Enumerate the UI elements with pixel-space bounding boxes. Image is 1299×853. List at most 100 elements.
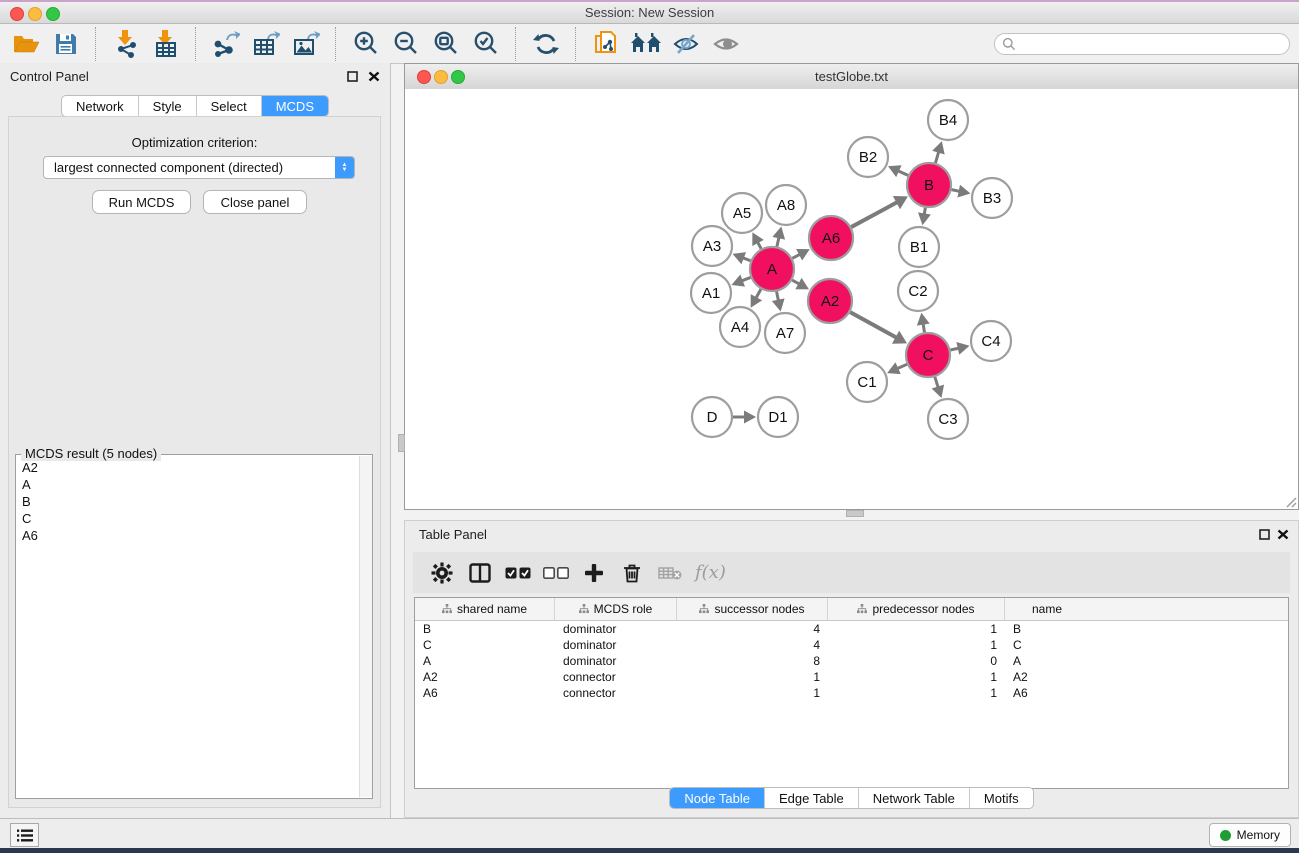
show-details-icon[interactable] <box>706 27 746 61</box>
hide-details-icon[interactable] <box>666 27 706 61</box>
mcds-result-item[interactable]: A2 <box>16 459 359 476</box>
network-window-titlebar[interactable]: testGlobe.txt <box>405 64 1298 90</box>
table-close-panel-icon[interactable] <box>1277 527 1289 545</box>
open-session-icon[interactable] <box>6 27 46 61</box>
tab-node-table[interactable]: Node Table <box>670 788 764 808</box>
node-C3[interactable]: C3 <box>928 399 968 439</box>
import-network-icon[interactable] <box>106 27 146 61</box>
node-A7[interactable]: A7 <box>765 313 805 353</box>
add-column-icon[interactable] <box>575 556 613 590</box>
network-horizontal-scrollbar[interactable] <box>846 510 864 517</box>
table-float-panel-icon[interactable] <box>1259 527 1270 545</box>
mcds-result-item[interactable]: B <box>16 493 359 510</box>
node-A1[interactable]: A1 <box>691 273 731 313</box>
node-C1[interactable]: C1 <box>847 362 887 402</box>
node-A[interactable]: A <box>750 247 794 291</box>
import-table-icon[interactable] <box>146 27 186 61</box>
table-cell: A <box>1005 654 1089 668</box>
node-A8[interactable]: A8 <box>766 185 806 225</box>
function-builder-icon[interactable]: f(x) <box>695 562 726 583</box>
close-panel-icon[interactable] <box>368 69 380 87</box>
zoom-in-icon[interactable] <box>346 27 386 61</box>
tab-network-table[interactable]: Network Table <box>858 788 969 808</box>
tab-network[interactable]: Network <box>62 96 138 116</box>
optimization-criterion-label: Optimization criterion: <box>9 135 380 150</box>
tab-style[interactable]: Style <box>138 96 196 116</box>
zoom-fit-icon[interactable] <box>426 27 466 61</box>
zoom-selected-icon[interactable] <box>466 27 506 61</box>
show-columns-icon[interactable] <box>461 556 499 590</box>
table-cell: connector <box>555 686 677 700</box>
node-B2[interactable]: B2 <box>848 137 888 177</box>
graph-edge-A2-C[interactable] <box>850 312 897 338</box>
column-header-predecessor-nodes[interactable]: predecessor nodes <box>828 598 1005 620</box>
export-table-icon[interactable] <box>246 27 286 61</box>
control-panel-tabs: NetworkStyleSelectMCDS <box>61 95 329 117</box>
deselect-all-icon[interactable] <box>537 556 575 590</box>
mcds-result-item[interactable]: A <box>16 476 359 493</box>
resize-grip-icon[interactable] <box>1285 496 1297 508</box>
task-history-button[interactable] <box>10 823 39 847</box>
node-A5[interactable]: A5 <box>722 193 762 233</box>
criterion-dropdown[interactable]: largest connected component (directed) ▲… <box>43 156 355 179</box>
attribute-icon <box>699 604 709 614</box>
table-row[interactable]: Bdominator41B <box>415 621 1288 637</box>
graph-edge-A6-B[interactable] <box>851 202 898 227</box>
node-C4[interactable]: C4 <box>971 321 1011 361</box>
svg-text:A1: A1 <box>702 285 720 302</box>
node-A6[interactable]: A6 <box>809 216 853 260</box>
table-cell: 1 <box>828 622 1005 636</box>
node-B3[interactable]: B3 <box>972 178 1012 218</box>
new-network-from-selection-icon[interactable] <box>586 27 626 61</box>
svg-text:B3: B3 <box>983 190 1001 207</box>
column-header-shared-name[interactable]: shared name <box>415 598 555 620</box>
network-canvas[interactable]: B4 B2 B B3 A5 A8A6 B1 A3 A C2 A1 A2 A4A7 C4 C C1 D D1 C3 <box>405 89 1298 509</box>
zoom-out-icon[interactable] <box>386 27 426 61</box>
node-A4[interactable]: A4 <box>720 307 760 347</box>
gear-icon[interactable] <box>423 556 461 590</box>
node-B1[interactable]: B1 <box>899 227 939 267</box>
column-header-name[interactable]: name <box>1005 598 1089 620</box>
select-all-icon[interactable] <box>499 556 537 590</box>
svg-text:C1: C1 <box>857 374 876 391</box>
table-row[interactable]: A2connector11A2 <box>415 669 1288 685</box>
node-B[interactable]: B <box>907 163 951 207</box>
mcds-list-scrollbar[interactable] <box>359 456 372 797</box>
network-view-window: testGlobe.txt B4 B2 B B3 A5 A8A6 B1 A3 A C2 A1 A2 A4… <box>404 63 1299 510</box>
tab-edge-table[interactable]: Edge Table <box>764 788 858 808</box>
network-vertical-scrollbar[interactable] <box>398 434 405 452</box>
column-header-MCDS-role[interactable]: MCDS role <box>555 598 677 620</box>
tab-mcds[interactable]: MCDS <box>261 96 328 116</box>
svg-text:A5: A5 <box>733 205 751 222</box>
node-D[interactable]: D <box>692 397 732 437</box>
tab-motifs[interactable]: Motifs <box>969 788 1033 808</box>
home-icon[interactable] <box>626 27 666 61</box>
node-D1[interactable]: D1 <box>758 397 798 437</box>
close-panel-button[interactable]: Close panel <box>203 190 307 214</box>
node-C2[interactable]: C2 <box>898 271 938 311</box>
refresh-icon[interactable] <box>526 27 566 61</box>
mcds-result-item[interactable]: A6 <box>16 527 359 544</box>
run-mcds-button[interactable]: Run MCDS <box>92 190 191 214</box>
table-row[interactable]: Cdominator41C <box>415 637 1288 653</box>
memory-button[interactable]: Memory <box>1209 823 1291 847</box>
float-panel-icon[interactable] <box>347 69 358 87</box>
save-session-icon[interactable] <box>46 27 86 61</box>
search-input[interactable] <box>994 33 1290 55</box>
column-header-successor-nodes[interactable]: successor nodes <box>677 598 828 620</box>
table-row[interactable]: Adominator80A <box>415 653 1288 669</box>
node-B4[interactable]: B4 <box>928 100 968 140</box>
delete-table-icon[interactable] <box>651 556 689 590</box>
export-image-icon[interactable] <box>286 27 326 61</box>
node-A2[interactable]: A2 <box>808 279 852 323</box>
attribute-icon <box>579 604 589 614</box>
table-row[interactable]: A6connector11A6 <box>415 685 1288 701</box>
tab-select[interactable]: Select <box>196 96 261 116</box>
node-A3[interactable]: A3 <box>692 226 732 266</box>
svg-text:D1: D1 <box>768 409 787 426</box>
delete-column-icon[interactable] <box>613 556 651 590</box>
export-network-icon[interactable] <box>206 27 246 61</box>
node-C[interactable]: C <box>906 333 950 377</box>
mcds-result-item[interactable]: C <box>16 510 359 527</box>
criterion-value: largest connected component (directed) <box>44 160 335 175</box>
